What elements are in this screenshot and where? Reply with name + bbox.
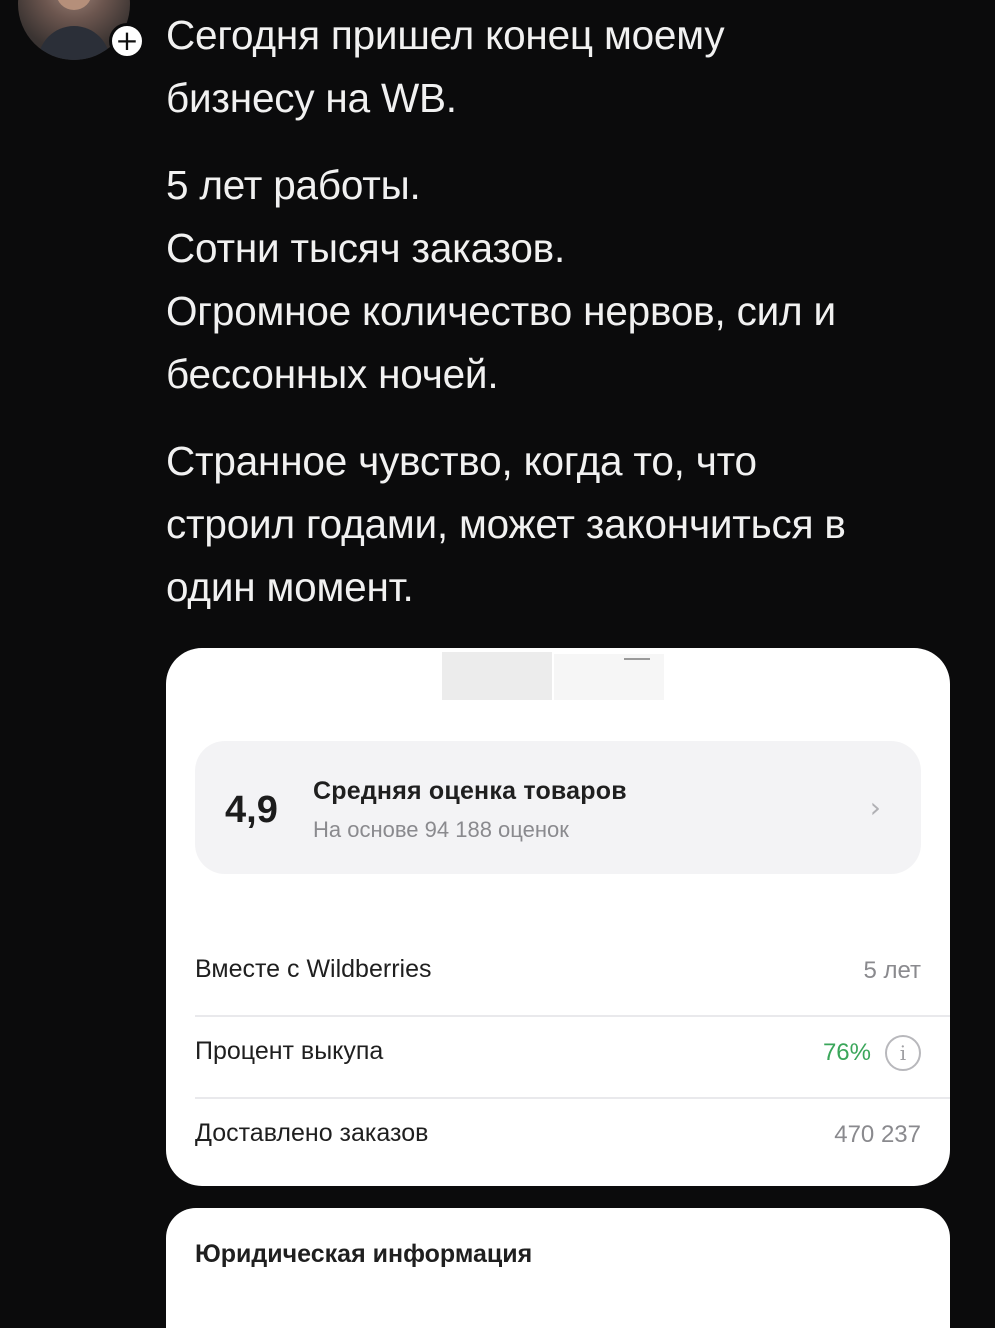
buyout-percent-value: 76% [822, 1039, 871, 1066]
avatar-collar [38, 26, 110, 60]
post-line: Огромное количество нервов, сил и [166, 288, 836, 334]
seller-stats-card: 4,9 Средняя оценка товаров На основе 94 … [166, 648, 950, 1186]
rating-subtitle: На основе 94 188 оценок [313, 817, 569, 842]
average-rating-block[interactable]: 4,9 Средняя оценка товаров На основе 94 … [195, 741, 921, 874]
legal-info-title: Юридическая информация [195, 1240, 533, 1268]
post-line: Странное чувство, когда то, что [166, 438, 757, 484]
follow-plus-icon[interactable]: + [109, 23, 145, 59]
blurred-header-extra [554, 654, 664, 700]
post-line: 5 лет работы. [166, 162, 421, 208]
post-paragraph-3: Странное чувство, когда то, что строил г… [166, 430, 976, 619]
row-value: 470 237 [834, 1121, 921, 1148]
row-label: Доставлено заказов [195, 1119, 429, 1147]
info-icon[interactable]: i [885, 1035, 921, 1071]
row-with-wildberries: Вместе с Wildberries 5 лет [195, 933, 950, 1017]
post-line: Сотни тысяч заказов. [166, 225, 566, 271]
post-line: бессонных ночей. [166, 351, 499, 397]
legal-info-card[interactable]: Юридическая информация [166, 1208, 950, 1328]
blurred-header [442, 652, 552, 700]
chevron-right-icon: › [869, 791, 881, 824]
post-text: Сегодня пришел конец моему бизнесу на WB… [166, 4, 976, 643]
rating-title: Средняя оценка товаров [313, 777, 627, 805]
row-delivered-orders: Доставлено заказов 470 237 [195, 1097, 950, 1179]
post-line: строил годами, может закончиться в [166, 501, 846, 547]
post-line: бизнесу на WB. [166, 75, 457, 121]
avatar-face [56, 0, 92, 10]
post-paragraph-2: 5 лет работы. Сотни тысяч заказов. Огром… [166, 154, 976, 406]
row-label: Вместе с Wildberries [195, 955, 432, 983]
header-dash [624, 658, 650, 660]
post-line: Сегодня пришел конец моему [166, 12, 725, 58]
post-paragraph-1: Сегодня пришел конец моему бизнесу на WB… [166, 4, 976, 130]
row-buyout-percent: Процент выкупа 76% i [195, 1015, 950, 1099]
rating-value: 4,9 [225, 789, 278, 831]
row-value: 5 лет [863, 957, 921, 984]
post-line: один момент. [166, 564, 414, 610]
row-label: Процент выкупа [195, 1037, 384, 1065]
